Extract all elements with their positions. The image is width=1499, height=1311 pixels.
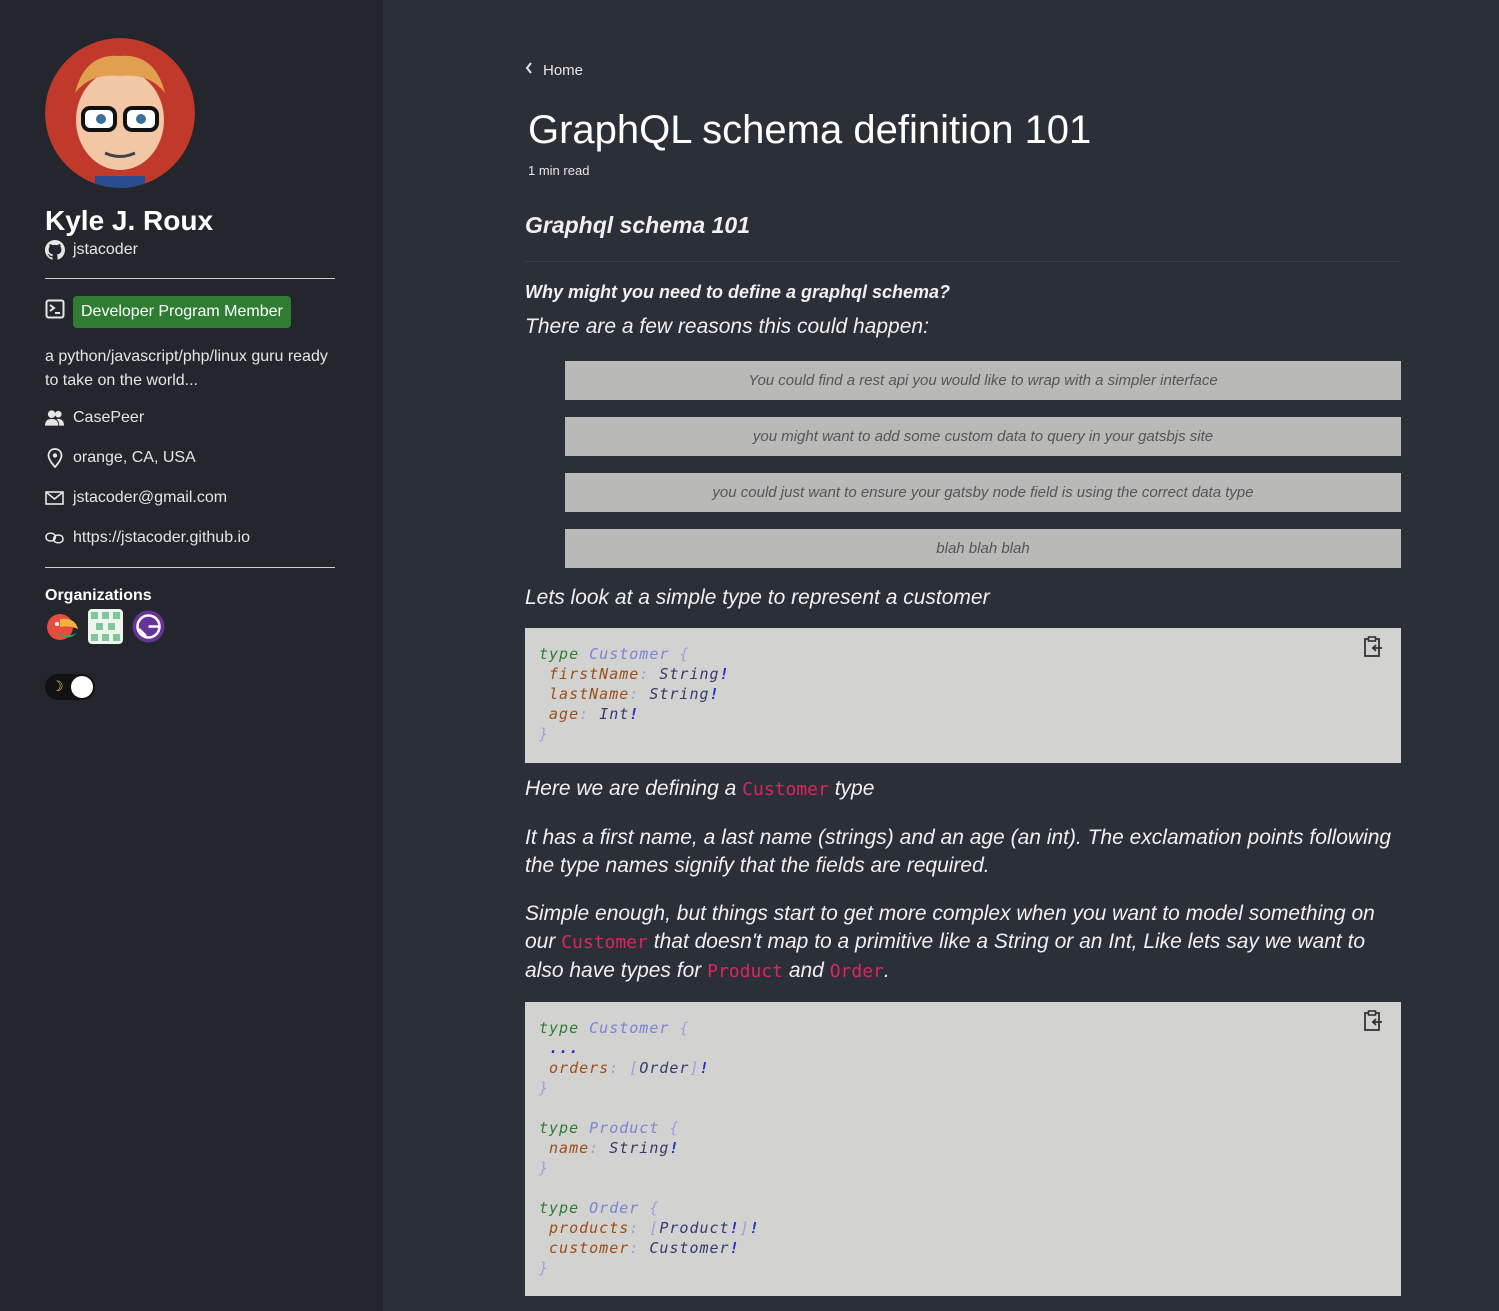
email-link[interactable]: jstacoder@gmail.com xyxy=(73,489,227,507)
developer-program-badge[interactable]: Developer Program Member xyxy=(73,296,291,328)
avatar xyxy=(45,38,195,188)
github-handle[interactable]: jstacoder xyxy=(45,240,138,260)
org-avatar-gatsby[interactable] xyxy=(131,609,166,644)
back-home-link[interactable]: Home xyxy=(525,61,584,79)
divider xyxy=(45,567,335,568)
people-icon xyxy=(45,408,64,427)
link-icon xyxy=(45,528,64,547)
paragraph: Simple enough, but things start to get m… xyxy=(525,902,1375,982)
code-block-types: type Customer { ... orders: [Order]! } t… xyxy=(525,1002,1401,1296)
badge-row: Developer Program Member xyxy=(45,296,291,328)
profile-name: Kyle J. Roux xyxy=(45,205,214,236)
read-time: 1 min read xyxy=(528,163,590,178)
chevron-left-icon xyxy=(525,61,533,74)
section-heading: Graphql schema 101 xyxy=(525,212,1401,262)
company-text: CasePeer xyxy=(73,408,145,426)
org-avatar-bird[interactable] xyxy=(45,609,80,644)
list-item: you could just want to ensure your gatsb… xyxy=(565,473,1401,512)
website-row[interactable]: https://jstacoder.github.io xyxy=(45,528,250,547)
post-title: GraphQL schema definition 101 xyxy=(528,108,1092,152)
org-avatar-pattern[interactable] xyxy=(88,609,123,644)
developer-program-icon xyxy=(45,299,65,319)
toggle-knob xyxy=(71,676,93,698)
code-block-customer: type Customer { firstName: String! lastN… xyxy=(525,628,1401,763)
location-pin-icon xyxy=(45,447,64,468)
company-row: CasePeer xyxy=(45,408,144,427)
website-link[interactable]: https://jstacoder.github.io xyxy=(73,529,250,547)
organizations-list xyxy=(45,609,166,644)
paragraph: Here we are defining a Customer type xyxy=(525,777,875,800)
theme-toggle[interactable]: ☽ xyxy=(45,674,95,700)
location-text: orange, CA, USA xyxy=(73,448,196,466)
list-item: you might want to add some custom data t… xyxy=(565,417,1401,456)
list-item: You could find a rest api you would like… xyxy=(565,361,1401,400)
reasons-list: You could find a rest api you would like… xyxy=(525,361,1401,568)
github-icon xyxy=(45,240,65,260)
profile-bio: a python/javascript/php/linux guru ready… xyxy=(45,348,328,389)
email-row[interactable]: jstacoder@gmail.com xyxy=(45,488,227,507)
copy-clipboard-icon[interactable] xyxy=(1363,1010,1383,1032)
moon-icon: ☽ xyxy=(51,678,64,694)
inline-code: Product xyxy=(707,961,783,982)
sub-heading: Why might you need to define a graphql s… xyxy=(525,282,951,302)
inline-code: Order xyxy=(829,961,884,982)
list-item: blah blah blah xyxy=(565,529,1401,568)
organizations-title: Organizations xyxy=(45,587,152,604)
post-body: Graphql schema 101 Why might you need to… xyxy=(525,212,1401,1296)
mail-icon xyxy=(45,488,64,507)
handle-text: jstacoder xyxy=(73,241,138,258)
sidebar: Kyle J. Roux jstacoder Developer Program… xyxy=(0,0,383,1311)
copy-clipboard-icon[interactable] xyxy=(1363,636,1383,658)
inline-code: Customer xyxy=(561,932,648,953)
divider xyxy=(45,278,335,279)
back-label: Home xyxy=(543,62,584,79)
paragraph: There are a few reasons this could happe… xyxy=(525,315,929,338)
location-row: orange, CA, USA xyxy=(45,447,196,468)
paragraph: It has a first name, a last name (string… xyxy=(525,826,1392,877)
paragraph: Lets look at a simple type to represent … xyxy=(525,586,990,609)
inline-code: Customer xyxy=(742,779,829,800)
